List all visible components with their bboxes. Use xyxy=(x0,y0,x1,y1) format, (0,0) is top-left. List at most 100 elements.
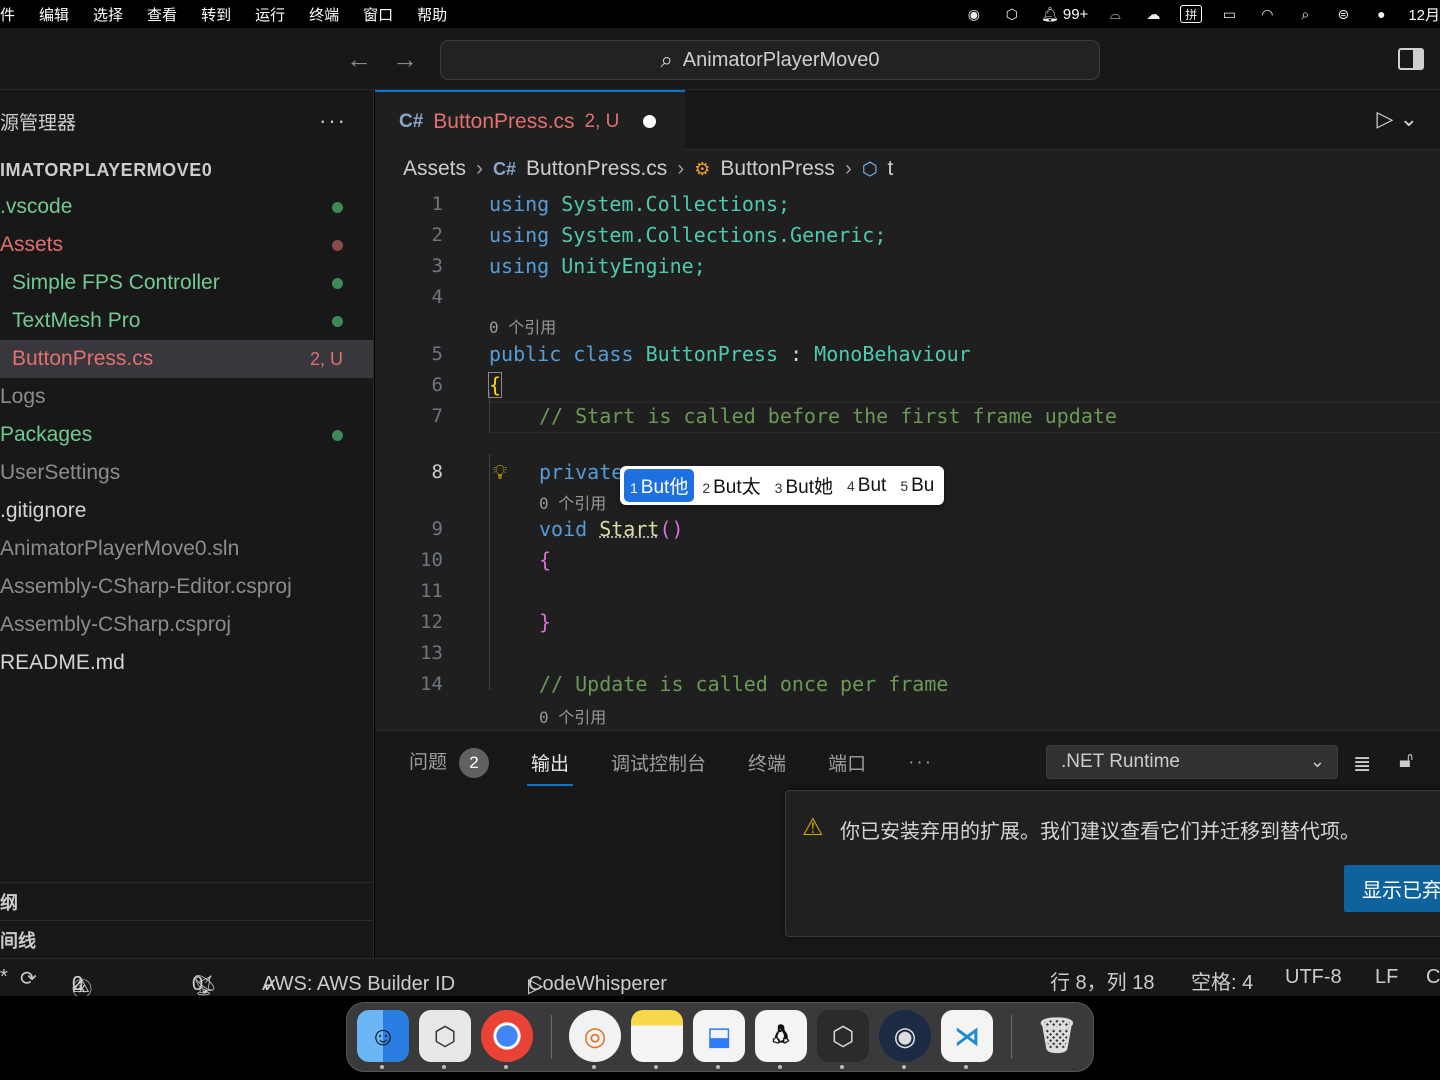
input-method-icon[interactable]: 拼 xyxy=(1180,5,1203,23)
control-center-icon[interactable]: ⊜ xyxy=(1332,5,1354,23)
outline-section[interactable]: 纲 xyxy=(0,882,373,920)
codelens-references[interactable]: 0 个引用 xyxy=(489,314,556,338)
lightbulb-icon[interactable]: 💡︎ xyxy=(493,460,507,484)
running-indicator xyxy=(592,1065,596,1069)
tree-item[interactable]: Packages xyxy=(0,416,373,454)
tab-output[interactable]: 输出 xyxy=(527,749,574,786)
unity-status-icon[interactable]: ⬡ xyxy=(1001,5,1023,23)
sync-icon[interactable]: ⟳ xyxy=(20,966,37,991)
spotlight-search-icon[interactable]: ⌕ xyxy=(1294,5,1316,23)
command-center-search[interactable]: ⌕ AnimatorPlayerMove0 xyxy=(440,40,1100,80)
lock-icon[interactable]: 🔓︎ xyxy=(1399,747,1413,773)
tree-item[interactable]: Assembly-CSharp.csproj xyxy=(0,606,373,644)
wifi-icon[interactable]: ◠ xyxy=(1256,5,1278,23)
indentation[interactable]: 空格: 4 xyxy=(1191,966,1253,995)
arrow-left-icon[interactable]: ← xyxy=(346,44,372,75)
code-line: 3 using UnityEngine; xyxy=(375,250,1440,281)
breadcrumb-class[interactable]: ButtonPress xyxy=(720,157,834,181)
token-punct: : xyxy=(790,341,803,366)
tree-item[interactable]: .vscode xyxy=(0,188,373,226)
menubar-clock[interactable]: 12月 xyxy=(1408,4,1440,25)
ime-candidate[interactable]: 4 But xyxy=(841,472,892,500)
tree-item[interactable]: UserSettings xyxy=(0,454,373,492)
toggle-secondary-sidebar-icon[interactable] xyxy=(1398,48,1424,70)
finder-icon[interactable]: ☺ xyxy=(357,1010,409,1062)
menu-edit[interactable]: 编辑 xyxy=(39,4,69,25)
tab-problems[interactable]: 问题 2 xyxy=(409,747,490,778)
language-mode[interactable]: C xyxy=(1426,966,1440,989)
run-debug-icon[interactable]: ▷ ⌄ xyxy=(1377,106,1418,132)
tree-item[interactable]: ButtonPress.cs 2, U xyxy=(0,340,373,378)
tree-item[interactable]: Logs xyxy=(0,378,373,416)
codelens-references[interactable]: 0 个引用 xyxy=(539,490,606,514)
siri-icon[interactable]: ● xyxy=(1370,5,1392,23)
explorer-header: 源管理器 ··· xyxy=(0,90,373,152)
tab-buttonpress-cs[interactable]: C# ButtonPress.cs 2, U xyxy=(375,90,685,151)
output-channel-value: .NET Runtime xyxy=(1061,751,1180,772)
clear-output-icon[interactable]: ≣ xyxy=(1353,751,1371,777)
notification-status[interactable]: 🔔︎ 99+ xyxy=(1039,5,1088,23)
menu-terminal[interactable]: 终端 xyxy=(309,4,339,25)
tree-item[interactable]: Assembly-CSharp-Editor.csproj xyxy=(0,568,373,606)
arrow-right-icon[interactable]: → xyxy=(392,44,418,75)
breadcrumb-assets[interactable]: Assets xyxy=(403,157,466,181)
code-line: 9 void Start() xyxy=(375,513,1440,544)
qq-icon[interactable]: 🐧︎ xyxy=(755,1010,807,1062)
menu-view[interactable]: 查看 xyxy=(147,4,177,25)
ime-candidate[interactable]: 2 But太 xyxy=(696,469,766,502)
breadcrumb-symbol[interactable]: t xyxy=(888,157,894,181)
tab-terminal[interactable]: 终端 xyxy=(748,749,786,776)
menu-window[interactable]: 窗口 xyxy=(363,4,393,25)
podcast-status-icon[interactable]: ⌓ xyxy=(1104,5,1126,23)
tree-item[interactable]: TextMesh Pro xyxy=(0,302,373,340)
tree-item[interactable]: .gitignore xyxy=(0,492,373,530)
more-actions-icon[interactable]: ··· xyxy=(319,108,347,134)
menu-help[interactable]: 帮助 xyxy=(417,4,447,25)
tree-item[interactable]: README.md xyxy=(0,644,373,682)
menu-file[interactable]: 件 xyxy=(0,4,15,25)
chrome-icon[interactable] xyxy=(481,1010,533,1062)
line-number: 13 xyxy=(420,641,443,664)
trash-icon[interactable]: 🗑︎ xyxy=(1031,1010,1083,1062)
obs-icon[interactable]: ◉ xyxy=(879,1010,931,1062)
notes-icon[interactable] xyxy=(631,1010,683,1062)
running-indicator xyxy=(716,1065,720,1069)
vscode-icon[interactable]: ⋊ xyxy=(941,1010,993,1062)
ime-candidate[interactable]: 1 But他 xyxy=(624,469,695,502)
obs-status-icon[interactable]: ◉ xyxy=(963,5,985,23)
more-actions-icon[interactable]: ··· xyxy=(908,752,933,774)
menu-run[interactable]: 运行 xyxy=(255,4,285,25)
running-indicator xyxy=(442,1065,446,1069)
codelens-references[interactable]: 0 个引用 xyxy=(539,704,606,728)
menu-selection[interactable]: 选择 xyxy=(93,4,123,25)
show-deprecated-button[interactable]: 显示已弃 xyxy=(1344,865,1440,912)
ime-candidate-text: But她 xyxy=(785,477,833,498)
menu-go[interactable]: 转到 xyxy=(201,4,231,25)
title-bar: ← → ⌕ AnimatorPlayerMove0 xyxy=(0,28,1440,90)
end-of-line[interactable]: LF xyxy=(1375,966,1398,989)
battery-icon[interactable]: ▭ xyxy=(1218,5,1240,23)
breadcrumb-file[interactable]: ButtonPress.cs xyxy=(526,157,667,181)
unity-icon[interactable]: ⬡ xyxy=(817,1010,869,1062)
branch-status[interactable]: * xyxy=(0,966,8,989)
line-number: 12 xyxy=(420,610,443,633)
tree-item[interactable]: AnimatorPlayerMove0.sln xyxy=(0,530,373,568)
unity-hub-icon[interactable]: ⬡ xyxy=(419,1010,471,1062)
tree-item[interactable]: Simple FPS Controller xyxy=(0,264,373,302)
output-channel-select[interactable]: .NET Runtime ⌄ xyxy=(1046,745,1338,779)
lark-icon[interactable]: ⬓ xyxy=(693,1010,745,1062)
cloud-status-icon[interactable]: ☁ xyxy=(1142,5,1164,23)
ime-candidate[interactable]: 3 But她 xyxy=(769,469,839,502)
encoding[interactable]: UTF-8 xyxy=(1285,966,1342,989)
ime-candidate[interactable]: 5 Bu xyxy=(894,472,940,500)
timeline-section[interactable]: 间线 xyxy=(0,920,373,958)
tree-item[interactable]: Assets xyxy=(0,226,373,264)
command-center-label: AnimatorPlayerMove0 xyxy=(682,48,880,71)
unsaved-dot-icon[interactable] xyxy=(643,115,657,128)
tab-ports[interactable]: 端口 xyxy=(828,749,866,776)
tab-debug-console[interactable]: 调试控制台 xyxy=(611,749,706,776)
project-folder-title[interactable]: IMATORPLAYERMOVE0 xyxy=(0,152,373,188)
podcast-app-icon[interactable]: ◎ xyxy=(569,1010,621,1062)
cursor-position[interactable]: 行 8，列 18 xyxy=(1050,966,1154,995)
ime-candidate-number: 1 xyxy=(630,480,638,496)
